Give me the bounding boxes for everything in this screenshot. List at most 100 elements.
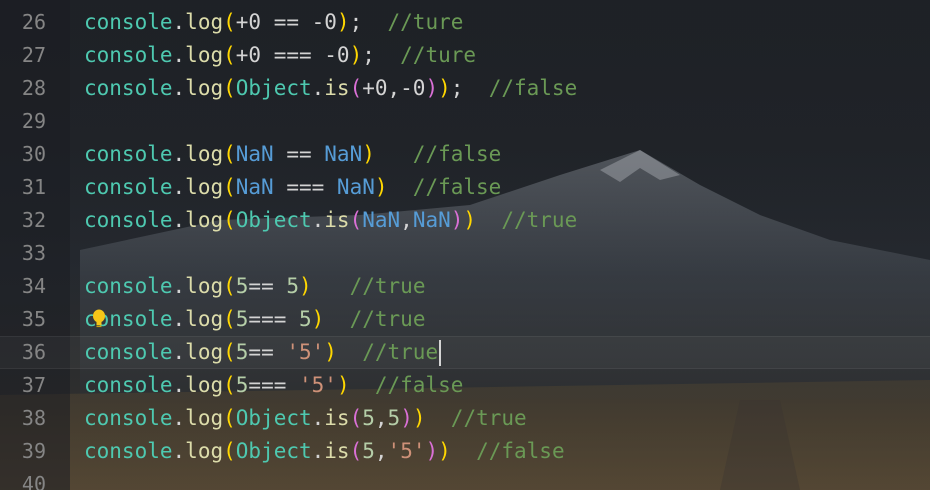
code-token: //true [324, 307, 426, 331]
code-token: //false [374, 142, 502, 166]
code-text[interactable]: console.log(NaN === NaN) //false [84, 171, 501, 204]
code-token: ) [299, 274, 312, 298]
code-token: Object [235, 208, 312, 232]
code-token: ; [362, 43, 375, 67]
code-token: , [400, 208, 413, 232]
code-text[interactable]: console.log(5== '5') //true [84, 336, 442, 369]
code-token: console [84, 175, 173, 199]
code-line[interactable]: 34 console.log(5== 5) //true [0, 270, 930, 303]
code-token: ( [349, 208, 363, 232]
code-token: NaN [336, 175, 375, 199]
code-text[interactable]: console.log(NaN == NaN) //false [84, 138, 501, 171]
code-line[interactable]: 31 console.log(NaN === NaN) //false [0, 171, 930, 204]
code-token: . [172, 43, 186, 67]
code-editor[interactable]: 26 console.log(+0 == -0); //ture 27 console… [0, 0, 930, 490]
code-token: console [84, 373, 173, 397]
code-text[interactable]: console.log(5=== 5) //true [84, 303, 425, 336]
code-token: 5 [362, 406, 375, 430]
code-token: . [172, 274, 186, 298]
code-token: , [374, 439, 388, 463]
code-token: //true [425, 406, 527, 430]
code-token: ) [336, 373, 350, 397]
code-token: console [84, 208, 173, 232]
code-token: ( [223, 76, 236, 100]
code-token: log [185, 406, 224, 430]
code-token: ; [450, 76, 464, 100]
code-token: +0,-0 [362, 76, 426, 100]
code-text[interactable]: console.log(Object.is(+0,-0)); //false [84, 72, 577, 105]
code-token: '5' [286, 340, 325, 364]
code-token: Object [235, 76, 312, 100]
code-token: ) [425, 439, 439, 463]
code-token: ) [374, 175, 388, 199]
code-text[interactable]: console.log(Object.is(5,'5')) //false [84, 435, 565, 468]
code-token: console [84, 274, 173, 298]
code-text[interactable]: console.log(Object.is(5,5)) //true [84, 402, 527, 435]
code-token: , [374, 406, 388, 430]
line-number: 29 [21, 109, 46, 133]
line-number: 27 [21, 43, 46, 67]
code-text[interactable]: console.log(5== 5) //true [84, 270, 425, 303]
code-token: . [311, 208, 325, 232]
code-token: log [185, 10, 224, 34]
code-line[interactable]: 40 [0, 468, 930, 490]
code-token: . [172, 439, 186, 463]
code-text[interactable]: console.log(5=== '5') //false [84, 369, 463, 402]
code-token: log [185, 76, 224, 100]
code-token: 5 [362, 439, 375, 463]
code-token: console [84, 10, 173, 34]
code-token: . [172, 175, 186, 199]
code-token: //false [450, 439, 565, 463]
code-line[interactable]: 36 console.log(5== '5') //true [0, 336, 930, 369]
code-token: ) [438, 76, 451, 100]
code-token: log [185, 175, 224, 199]
code-token: 5 [235, 274, 249, 298]
code-line[interactable]: 35 console.log(5=== 5) //true [0, 303, 930, 336]
code-token: . [311, 406, 325, 430]
line-number: 26 [21, 10, 46, 34]
code-line[interactable]: 38 console.log(Object.is(5,5)) //true [0, 402, 930, 435]
code-token: console [84, 76, 173, 100]
code-token: ) [336, 10, 350, 34]
code-token: console [84, 43, 173, 67]
line-number: 28 [21, 76, 46, 100]
code-token: //false [387, 175, 502, 199]
line-number: 31 [21, 175, 46, 199]
code-token: ) [400, 406, 413, 430]
code-token: . [172, 307, 186, 331]
line-number: 34 [21, 274, 46, 298]
text-cursor [439, 340, 442, 366]
code-token: log [185, 208, 224, 232]
code-line[interactable]: 33 [0, 237, 930, 270]
code-token: ) [349, 43, 363, 67]
line-number: 37 [21, 373, 46, 397]
code-token: ) [362, 142, 375, 166]
code-token: log [185, 307, 224, 331]
code-line[interactable]: 39 console.log(Object.is(5,'5')) //false [0, 435, 930, 468]
code-token: 5 [235, 340, 249, 364]
line-number: 33 [21, 241, 46, 265]
code-line[interactable]: 30 console.log(NaN == NaN) //false [0, 138, 930, 171]
code-line[interactable]: 28 console.log(Object.is(+0,-0)); //false [0, 72, 930, 105]
code-token: Object [235, 439, 312, 463]
code-line[interactable]: 29 [0, 105, 930, 138]
line-number: 30 [21, 142, 46, 166]
code-text[interactable]: console.log(+0 == -0); //ture [84, 6, 463, 39]
code-token: +0 == -0 [235, 10, 337, 34]
code-token: console [84, 406, 173, 430]
code-line[interactable]: 27 console.log(+0 === -0); //ture [0, 39, 930, 72]
code-token: ( [223, 142, 236, 166]
code-token: //true [336, 340, 439, 364]
lightbulb-icon[interactable] [92, 309, 106, 331]
code-token: . [172, 10, 186, 34]
code-token: . [172, 406, 186, 430]
code-text[interactable]: console.log(Object.is(NaN,NaN)) //true [84, 204, 577, 237]
line-number: 36 [21, 340, 46, 364]
code-token: Object [235, 406, 312, 430]
code-text[interactable]: console.log(+0 === -0); //ture [84, 39, 476, 72]
code-line[interactable]: 26 console.log(+0 == -0); //ture [0, 6, 930, 39]
code-line[interactable]: 37 console.log(5=== '5') //false [0, 369, 930, 402]
code-token: 5 [387, 406, 401, 430]
code-token: //false [463, 76, 578, 100]
code-line[interactable]: 32 console.log(Object.is(NaN,NaN)) //true [0, 204, 930, 237]
